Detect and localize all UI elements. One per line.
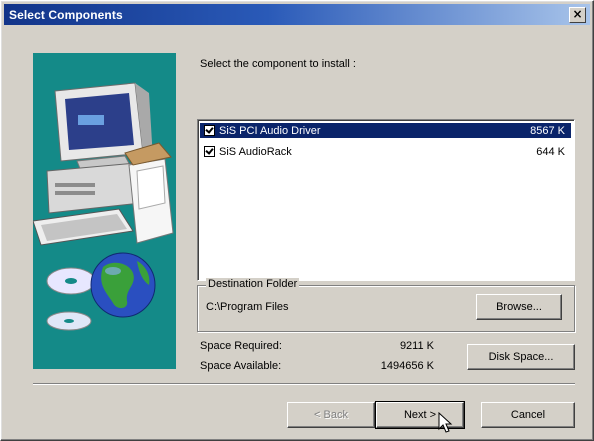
destination-path: C:\Program Files [206, 301, 289, 313]
close-button[interactable]: × [569, 7, 586, 23]
separator [33, 383, 575, 385]
cancel-button[interactable]: Cancel [481, 402, 575, 428]
component-list[interactable]: SiS PCI Audio Driver 8567 K SiS AudioRac… [197, 119, 575, 281]
setup-illustration [33, 53, 176, 369]
component-size: 644 K [536, 145, 565, 158]
component-size: 8567 K [530, 124, 565, 137]
component-name: SiS AudioRack [219, 145, 292, 158]
window-title: Select Components [9, 7, 123, 22]
component-name: SiS PCI Audio Driver [219, 124, 321, 137]
space-available-label: Space Available: [200, 360, 282, 372]
space-required-value: 9211 K [399, 340, 434, 352]
globe-icon [90, 252, 156, 318]
list-item[interactable]: SiS PCI Audio Driver 8567 K [200, 123, 571, 138]
space-required-label: Space Required: [200, 340, 282, 352]
destination-folder-legend: Destination Folder [206, 278, 300, 290]
computer-globe-illustration [33, 82, 174, 331]
mouse-pointer-icon [438, 412, 453, 433]
checkbox[interactable] [204, 125, 215, 136]
instruction-text: Select the component to install : [200, 58, 356, 70]
back-button[interactable]: < Back [287, 402, 375, 428]
software-box-icon [124, 142, 174, 244]
space-available-value: 1494656 K [380, 360, 434, 372]
keyboard-icon [33, 208, 134, 246]
computer-case-icon [46, 162, 142, 214]
cd-disc-icon [46, 267, 96, 331]
list-item[interactable]: SiS AudioRack 644 K [200, 144, 571, 159]
browse-button[interactable]: Browse... [476, 294, 562, 320]
checkbox[interactable] [204, 146, 215, 157]
destination-folder-group: Destination Folder C:\Program Files Brow… [197, 278, 575, 332]
title-bar[interactable]: Select Components × [4, 4, 590, 25]
disk-space-button[interactable]: Disk Space... [467, 344, 575, 370]
